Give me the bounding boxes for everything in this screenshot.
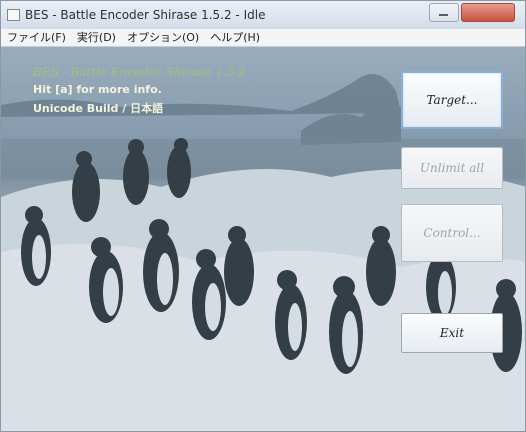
menu-run[interactable]: 実行(D) bbox=[71, 29, 121, 45]
minimize-button[interactable] bbox=[429, 3, 459, 22]
bes-window: BES - Battle Encoder Shirase 1.5.2 - Idl… bbox=[0, 0, 526, 432]
build-info-text: Unicode Build / 日本語 bbox=[33, 102, 164, 115]
menu-file[interactable]: ファイル(F) bbox=[1, 29, 71, 45]
title-bar[interactable]: BES - Battle Encoder Shirase 1.5.2 - Idl… bbox=[1, 1, 525, 29]
close-button[interactable] bbox=[461, 3, 515, 22]
menu-bar: ファイル(F) 実行(D) オプション(O) ヘルプ(H) bbox=[1, 29, 525, 47]
unlimit-all-button[interactable]: Unlimit all bbox=[401, 147, 503, 189]
exit-button[interactable]: Exit bbox=[401, 313, 503, 353]
help-hint-text: Hit [a] for more info. bbox=[33, 83, 162, 96]
target-button[interactable]: Target... bbox=[401, 71, 503, 129]
app-name-text: BES - Battle Encoder Shirase 1.5.2 bbox=[33, 65, 246, 79]
window-title: BES - Battle Encoder Shirase 1.5.2 - Idl… bbox=[25, 8, 266, 22]
app-icon[interactable] bbox=[7, 9, 20, 21]
menu-help[interactable]: ヘルプ(H) bbox=[204, 29, 265, 45]
control-button[interactable]: Control... bbox=[401, 204, 503, 262]
menu-options[interactable]: オプション(O) bbox=[121, 29, 204, 45]
